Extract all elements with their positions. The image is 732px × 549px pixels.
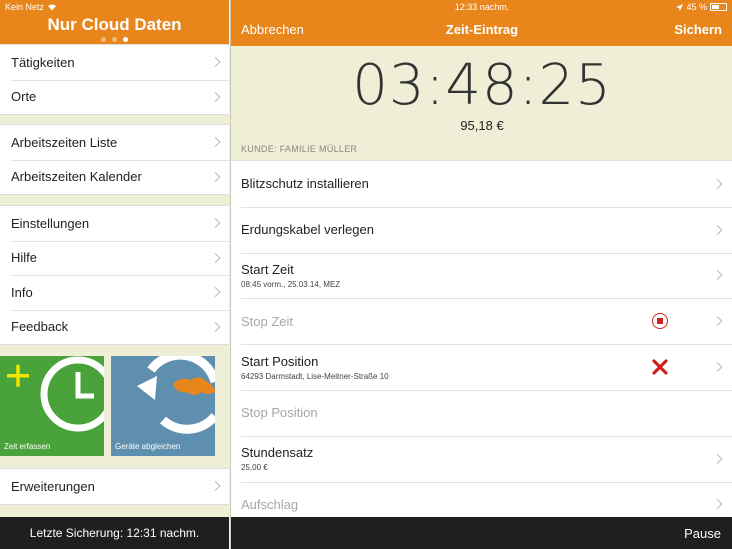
chevron-right-icon [210, 218, 221, 229]
menu-item-einstellungen[interactable]: Einstellungen [0, 206, 229, 241]
hourly-rate-row[interactable]: Stundensatz 25,00 € [231, 435, 732, 482]
menu-group-worktimes: Arbeitszeiten Liste Arbeitszeiten Kalend… [0, 124, 229, 195]
row-title: Stundensatz [241, 445, 314, 461]
chevron-right-icon [210, 252, 221, 263]
chevron-right-icon [210, 321, 221, 332]
menu-item-taetigkeiten[interactable]: Tätigkeiten [0, 45, 229, 80]
menu-group-data: Tätigkeiten Orte [0, 44, 229, 115]
menu-item-label: Arbeitszeiten Kalender [11, 169, 142, 185]
elapsed-timer: 03:48:25 [352, 53, 612, 118]
stop-position-row[interactable]: Stop Position [231, 389, 732, 436]
status-time: 12:33 nachm. [454, 2, 510, 12]
page-dot[interactable] [101, 37, 106, 42]
start-time-row[interactable]: Start Zeit 08:45 vorm., 25.03.14, MEZ [231, 252, 732, 299]
chevron-right-icon [210, 481, 221, 492]
menu-item-label: Feedback [11, 319, 69, 335]
chevron-right-icon [210, 57, 221, 68]
menu-item-label: Einstellungen [11, 215, 90, 231]
customer-label: KUNDE: FAMILIE MÜLLER [241, 144, 358, 154]
page-indicator[interactable] [0, 37, 229, 42]
battery-percent: 45 % [686, 2, 707, 12]
detail-footer: Pause [231, 517, 732, 549]
pause-button[interactable]: Pause [684, 526, 721, 541]
sync-devices-label: Geräte abgleichen [115, 442, 181, 451]
row-title: Start Zeit [241, 261, 294, 277]
status-bar-right: 45 % [676, 2, 727, 12]
last-backup-label: Letzte Sicherung: 12:31 nachm. [29, 526, 200, 540]
sync-icon [137, 356, 215, 434]
detail-panel: 12:33 nachm. 45 % Abbrechen Zeit-Eintrag… [230, 0, 732, 549]
carrier-label: Kein Netz [5, 2, 45, 12]
row-title: Erdungskabel verlegen [241, 222, 374, 238]
menu-item-feedback[interactable]: Feedback [0, 309, 229, 345]
save-button[interactable]: Sichern [674, 22, 722, 37]
menu-item-label: Info [11, 284, 33, 300]
menu-item-label: Tätigkeiten [11, 54, 75, 70]
amount-value: 95,18 € [460, 118, 504, 133]
row-subtitle: 08:45 vorm., 25.03.14, MEZ [241, 279, 341, 289]
menu-item-orte[interactable]: Orte [0, 79, 229, 115]
menu-item-label: Orte [11, 89, 37, 105]
menu-item-label: Hilfe [11, 250, 38, 266]
start-position-row[interactable]: Start Position 64293 Darmstadt, Lise-Mei… [231, 344, 732, 390]
page-title: Zeit-Eintrag [445, 22, 519, 37]
row-title: Aufschlag [241, 496, 299, 512]
menu-group-settings: Einstellungen Hilfe Info Feedback [0, 205, 229, 345]
master-header: Kein Netz Nur Cloud Daten [0, 0, 229, 46]
menu-item-arbeitszeiten-liste[interactable]: Arbeitszeiten Liste [0, 125, 229, 160]
menu-item-arbeitszeiten-kalender[interactable]: Arbeitszeiten Kalender [0, 159, 229, 195]
sync-devices-tile[interactable]: Geräte abgleichen [111, 356, 215, 456]
status-bar-left: Kein Netz [5, 2, 57, 12]
delete-x-icon[interactable] [652, 359, 668, 375]
add-clock-icon [7, 356, 104, 432]
master-panel: Kein Netz Nur Cloud Daten Tätigkeiten Or… [0, 0, 229, 549]
battery-icon [710, 3, 727, 11]
chevron-right-icon [210, 137, 221, 148]
last-backup-footer: Letzte Sicherung: 12:31 nachm. [0, 517, 229, 549]
stop-time-row[interactable]: Stop Zeit [231, 298, 732, 344]
menu-item-info[interactable]: Info [0, 275, 229, 310]
menu-item-hilfe[interactable]: Hilfe [0, 240, 229, 276]
page-dot[interactable] [112, 37, 117, 42]
task-row-blitzschutz[interactable]: Blitzschutz installieren [231, 161, 732, 207]
menu-item-label: Erweiterungen [11, 478, 95, 494]
row-title: Stop Position [241, 405, 318, 421]
menu-item-label: Arbeitszeiten Liste [11, 134, 118, 150]
stop-icon[interactable] [652, 313, 668, 330]
chevron-right-icon [210, 91, 221, 102]
detail-header: 12:33 nachm. 45 % Abbrechen Zeit-Eintrag… [231, 0, 732, 46]
entry-detail-list: Blitzschutz installieren Erdungskabel ve… [231, 160, 732, 528]
menu-group-extensions: Erweiterungen [0, 468, 229, 505]
page-dot-active[interactable] [123, 37, 128, 42]
wifi-icon [47, 3, 57, 11]
master-title: Nur Cloud Daten [47, 15, 182, 34]
chevron-right-icon [210, 287, 221, 298]
task-row-erdungskabel[interactable]: Erdungskabel verlegen [231, 206, 732, 253]
row-title: Blitzschutz installieren [241, 176, 369, 192]
chevron-right-icon [210, 171, 221, 182]
menu-item-erweiterungen[interactable]: Erweiterungen [0, 469, 229, 504]
row-subtitle: 25,00 € [241, 463, 268, 473]
location-arrow-icon [676, 3, 684, 11]
record-time-tile[interactable]: Zeit erfassen [0, 356, 104, 456]
record-time-label: Zeit erfassen [4, 442, 51, 451]
